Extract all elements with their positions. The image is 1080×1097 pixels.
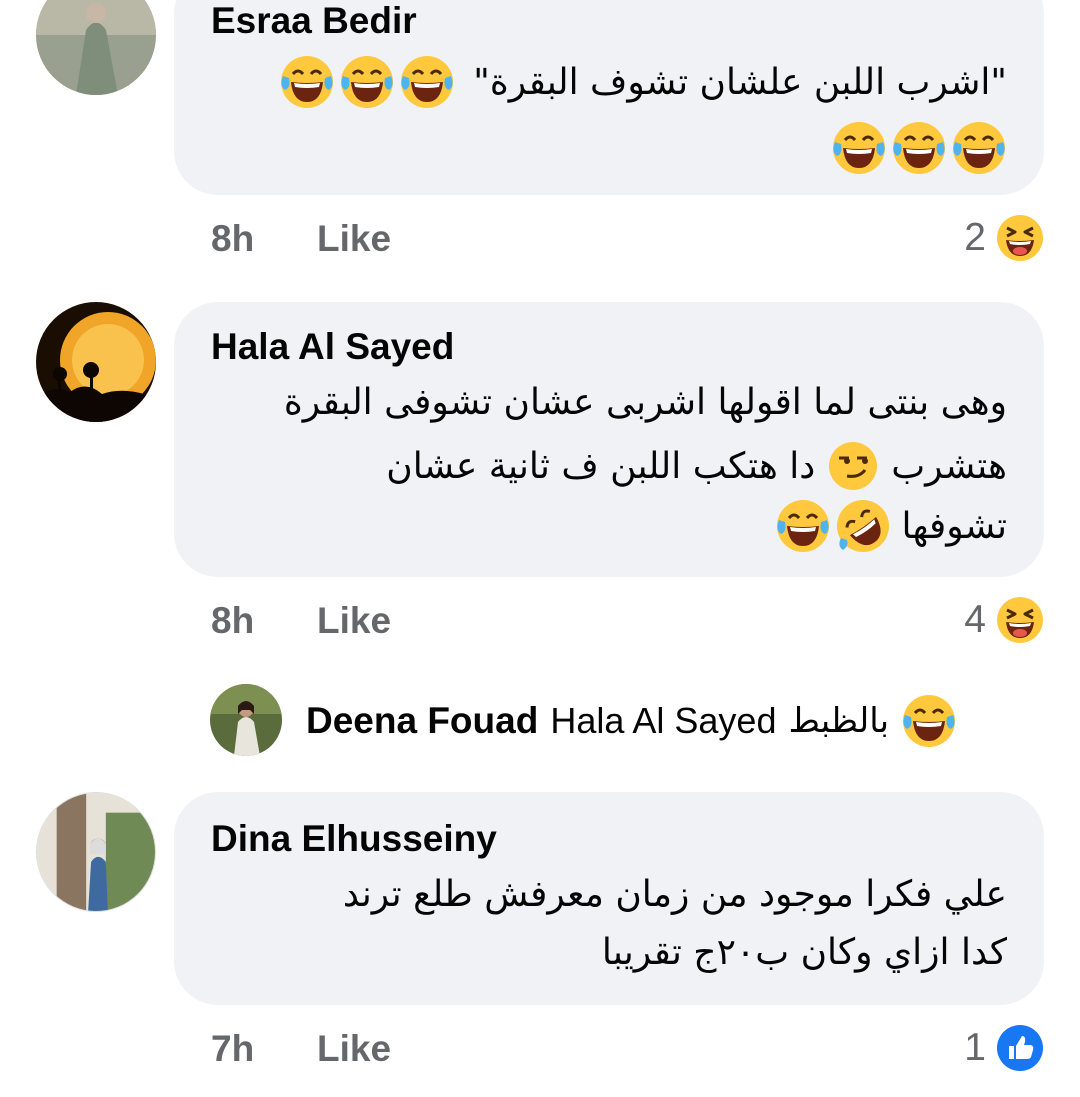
tears-of-joy-emoji-icon bbox=[339, 54, 395, 110]
comment-text-line bbox=[831, 120, 1007, 176]
comment-author[interactable]: Esraa Bedir bbox=[211, 0, 417, 42]
comment-timestamp[interactable]: 7h bbox=[211, 1028, 254, 1070]
emoji-group bbox=[279, 54, 455, 110]
comment-text: "اشرب اللبن علشان تشوف البقرة" bbox=[473, 61, 1007, 103]
comment-text-line: هتشرب دا هتكب اللبن ف ثانية عشان bbox=[386, 440, 1007, 492]
comment-bubble: Esraa Bedir "اشرب اللبن علشان تشوف البقر… bbox=[174, 0, 1044, 195]
comment-text: تشوفها bbox=[901, 505, 1007, 547]
reaction-count: 1 bbox=[964, 1026, 986, 1069]
smirking-face-icon bbox=[827, 440, 879, 492]
comments-thread: Esraa Bedir "اشرب اللبن علشان تشوف البقر… bbox=[0, 0, 1080, 1097]
tears-of-joy-emoji-icon bbox=[891, 120, 947, 176]
tears-of-joy-emoji-icon bbox=[399, 54, 455, 110]
reaction-summary[interactable]: 2 bbox=[964, 214, 1044, 262]
comment-text: وهى بنتى لما اقولها اشربى عشان تشوفى الب… bbox=[283, 382, 1007, 423]
comment-text: هتشرب bbox=[891, 445, 1007, 487]
reply-text: بالظبط bbox=[788, 701, 890, 741]
comment-timestamp[interactable]: 8h bbox=[211, 218, 254, 260]
comment-text: كدا ازاي وكان ب٢٠ج تقريبا bbox=[601, 932, 1007, 973]
like-button[interactable]: Like bbox=[317, 600, 391, 642]
comment-text-line: "اشرب اللبن علشان تشوف البقرة" bbox=[279, 54, 1007, 110]
tears-of-joy-emoji-icon bbox=[775, 498, 831, 554]
avatar-dina-elhusseiny[interactable] bbox=[36, 792, 156, 912]
comment-author[interactable]: Dina Elhusseiny bbox=[211, 818, 497, 860]
comment-text-line: وهى بنتى لما اقولها اشربى عشان تشوفى الب… bbox=[284, 382, 1007, 423]
comment-meta: 7h Like 1 bbox=[211, 1024, 1044, 1074]
laughing-face-icon bbox=[996, 214, 1044, 262]
comment-bubble: Dina Elhusseiny علي فكرا موجود من زمان م… bbox=[174, 792, 1044, 1005]
tears-of-joy-emoji-icon bbox=[831, 120, 887, 176]
comment-text: دا هتكب اللبن ف ثانية عشان bbox=[386, 445, 816, 487]
comment-text: علي فكرا موجود من زمان معرفش طلع ترند bbox=[342, 874, 1007, 915]
comment-author[interactable]: Hala Al Sayed bbox=[211, 326, 454, 368]
tears-of-joy-emoji-icon bbox=[279, 54, 335, 110]
laughing-face-icon bbox=[996, 596, 1044, 644]
rolling-on-floor-laughing-icon bbox=[835, 498, 891, 554]
comment-text-line: علي فكرا موجود من زمان معرفش طلع ترند bbox=[343, 874, 1007, 915]
avatar-hala-al-sayed[interactable] bbox=[36, 302, 156, 422]
comment-meta: 8h Like 4 bbox=[211, 596, 1044, 646]
like-button[interactable]: Like bbox=[317, 1028, 391, 1070]
avatar-deena-fouad[interactable] bbox=[210, 684, 282, 756]
reply-comment: Deena Fouad Hala Al Sayed بالظبط bbox=[306, 695, 957, 747]
tears-of-joy-emoji-icon bbox=[951, 120, 1007, 176]
avatar-esraa-bedir[interactable] bbox=[36, 0, 156, 95]
comment-text-line: كدا ازاي وكان ب٢٠ج تقريبا bbox=[602, 932, 1007, 973]
reaction-count: 4 bbox=[964, 598, 986, 641]
reaction-count: 2 bbox=[964, 216, 986, 259]
comment-timestamp[interactable]: 8h bbox=[211, 600, 254, 642]
like-thumb-icon bbox=[996, 1024, 1044, 1072]
emoji-group bbox=[827, 440, 879, 492]
like-button[interactable]: Like bbox=[317, 218, 391, 260]
reply-author[interactable]: Deena Fouad bbox=[306, 700, 538, 742]
comment-text-line: تشوفها bbox=[775, 498, 1007, 554]
emoji-group bbox=[775, 498, 891, 554]
tears-of-joy-emoji-icon bbox=[901, 693, 957, 749]
reaction-summary[interactable]: 1 bbox=[964, 1024, 1044, 1072]
emoji-group bbox=[831, 120, 1007, 176]
comment-bubble: Hala Al Sayed وهى بنتى لما اقولها اشربى … bbox=[174, 302, 1044, 577]
reaction-summary[interactable]: 4 bbox=[964, 596, 1044, 644]
comment-meta: 8h Like 2 bbox=[211, 214, 1044, 264]
reply-mention[interactable]: Hala Al Sayed bbox=[550, 700, 776, 742]
